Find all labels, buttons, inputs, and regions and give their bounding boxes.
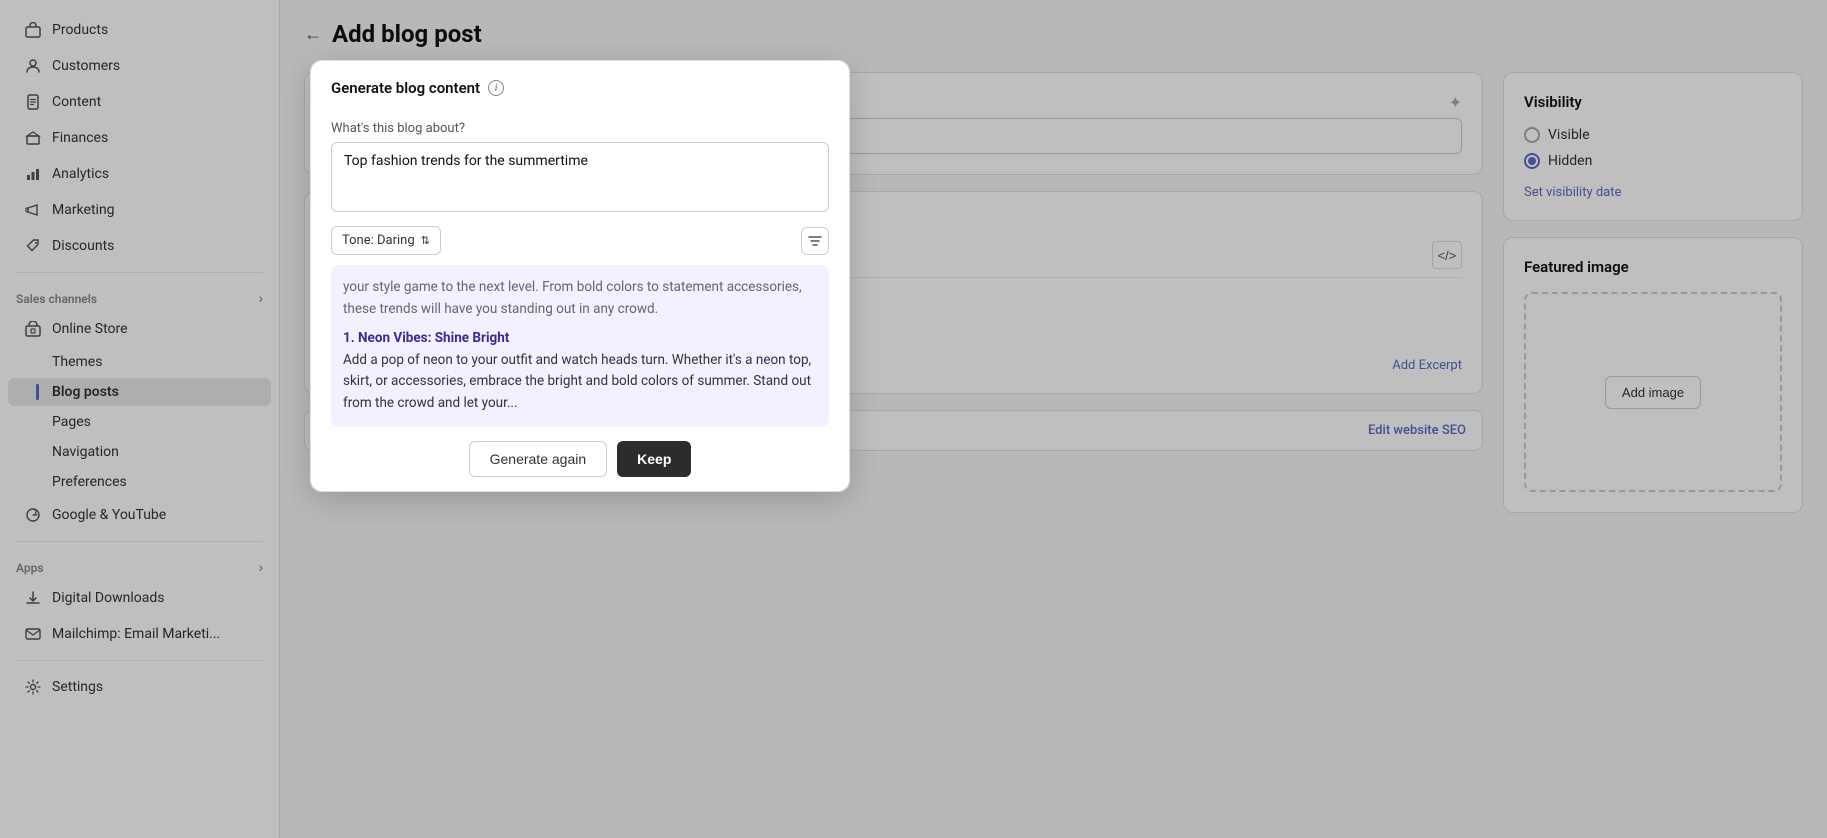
blog-topic-label: What's this blog about? (331, 121, 829, 136)
blog-topic-input[interactable]: Top fashion trends for the summertime (331, 142, 829, 212)
generate-panel-footer: Generate again Keep (311, 427, 849, 491)
info-icon[interactable]: i (488, 80, 504, 96)
generated-content: your style game to the next level. From … (331, 265, 829, 427)
tone-row: Tone: Daring ⇅ (311, 216, 849, 265)
generated-body-text: Add a pop of neon to your outfit and wat… (343, 350, 817, 415)
generated-intro-text: your style game to the next level. From … (343, 277, 817, 320)
generate-panel-title: Generate blog content i (331, 79, 829, 97)
generate-panel: Generate blog content i What's this blog… (310, 60, 850, 492)
generate-again-button[interactable]: Generate again (469, 441, 608, 477)
tone-select[interactable]: Tone: Daring ⇅ (331, 226, 441, 255)
generated-section-heading: 1. Neon Vibes: Shine Bright (343, 328, 817, 350)
overlay-backdrop[interactable] (0, 0, 1827, 838)
generate-panel-header: Generate blog content i (311, 61, 849, 109)
settings-filter-icon[interactable] (801, 227, 829, 255)
tone-chevron-icon: ⇅ (421, 234, 430, 247)
keep-button[interactable]: Keep (617, 441, 691, 477)
